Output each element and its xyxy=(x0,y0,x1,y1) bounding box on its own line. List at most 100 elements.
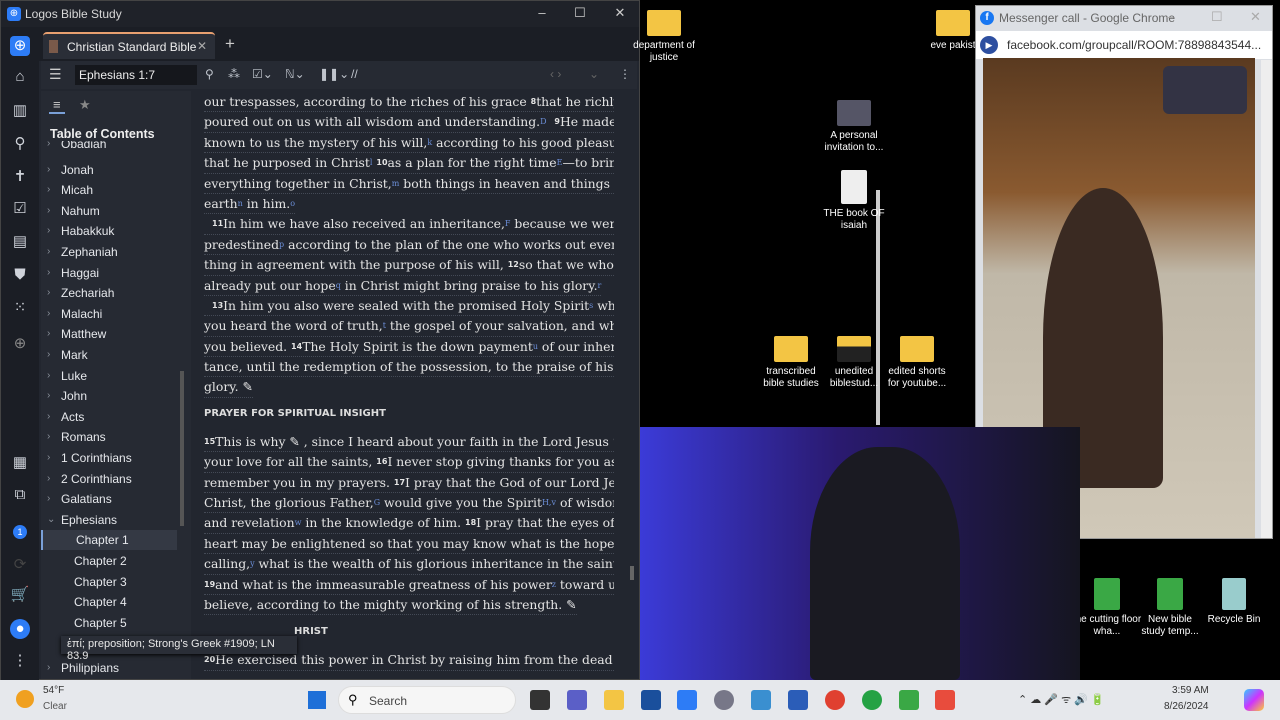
chevron-right-icon[interactable]: › xyxy=(47,304,50,324)
clock-date[interactable]: 8/26/2024 xyxy=(1164,701,1209,712)
sync-icon[interactable]: ⟳ xyxy=(10,555,30,575)
toc-item[interactable]: › Romans xyxy=(41,427,177,447)
toc-item[interactable]: › 2 Corinthians xyxy=(41,469,177,489)
verse-number[interactable]: 19 xyxy=(204,575,215,594)
chevron-right-icon[interactable]: › xyxy=(47,407,50,427)
chevron-right-icon[interactable]: › xyxy=(47,658,50,678)
verse-line[interactable]: tance, until the redemption of the posse… xyxy=(204,357,614,378)
chrome-icon[interactable] xyxy=(825,690,845,710)
toc-item[interactable]: › Galatians xyxy=(41,489,177,509)
toc-item[interactable]: › Zephaniah xyxy=(41,242,177,262)
toc-item[interactable]: › Acts xyxy=(41,407,177,427)
verse-line[interactable]: predestined p according to the plan of th… xyxy=(204,235,614,256)
desktop-icon[interactable]: department of justice xyxy=(629,10,699,64)
verse-line[interactable]: earth n in him. o xyxy=(204,194,296,215)
verse-line[interactable]: you believed. 14 The Holy Spirit is the d… xyxy=(204,337,614,358)
store-icon[interactable] xyxy=(641,690,661,710)
toc-item[interactable]: › Obadiah xyxy=(41,141,177,149)
verse-number[interactable]: 13 xyxy=(212,296,223,315)
verse-number[interactable]: 10 xyxy=(376,153,387,172)
reference-input[interactable]: Ephesians 1:7 xyxy=(75,65,197,85)
visual-filter-icon[interactable]: ⁂ xyxy=(228,67,240,81)
desktop-icon[interactable]: edited shorts for youtube... xyxy=(882,336,952,390)
chevron-right-icon[interactable]: › xyxy=(47,180,50,200)
desktop-icon[interactable]: A personal invitation to... xyxy=(819,100,889,154)
search-icon[interactable]: ⚲ xyxy=(205,67,214,81)
highlight-icon[interactable]: ☑⌄ xyxy=(252,67,273,81)
chevron-right-icon[interactable]: › xyxy=(47,427,50,447)
verse-line[interactable]: heart may be enlightened so that you may… xyxy=(204,534,614,555)
verse-line[interactable]: glory. ✎ xyxy=(204,377,253,398)
desktop-icon[interactable]: Recycle Bin xyxy=(1199,578,1269,626)
scrollbar[interactable] xyxy=(1261,60,1272,538)
verse-line[interactable]: our trespasses, according to the riches … xyxy=(204,92,614,113)
chevron-right-icon[interactable]: › xyxy=(47,283,50,303)
add-icon[interactable]: ⊕ xyxy=(10,334,30,354)
close-tab-icon[interactable]: ✕ xyxy=(197,39,207,53)
maximize-button[interactable]: ☐ xyxy=(565,5,595,21)
checklist-icon[interactable]: ☑ xyxy=(10,199,30,219)
toc-item[interactable]: › Habakkuk xyxy=(41,221,177,241)
footnote-marker[interactable]: H,v xyxy=(542,493,556,512)
bible-icon[interactable]: ✝ xyxy=(10,167,30,187)
toc-item[interactable]: Chapter 3 xyxy=(41,572,177,592)
notepad-icon[interactable] xyxy=(751,690,771,710)
camtasia-icon[interactable] xyxy=(899,690,919,710)
desktop-icon[interactable]: transcribed bible studies xyxy=(756,336,826,390)
footnote-marker[interactable]: o xyxy=(290,194,295,213)
close-button[interactable]: ✕ xyxy=(1250,9,1261,25)
toc-item[interactable]: Chapter 5 xyxy=(41,613,177,633)
word-icon[interactable] xyxy=(788,690,808,710)
desktop-icon[interactable]: THE book OF isaiah xyxy=(819,170,889,232)
toc-item[interactable]: › Nahum xyxy=(41,201,177,221)
panel-menu-icon[interactable]: ⋮ xyxy=(619,67,631,81)
close-panels-icon[interactable]: ⧉ xyxy=(10,485,30,505)
search-icon[interactable]: ⚲ xyxy=(10,134,30,154)
copilot-icon[interactable] xyxy=(1244,689,1264,711)
back-icon[interactable]: ‹ › xyxy=(550,67,561,81)
chevron-down-icon[interactable]: ⌄ xyxy=(47,510,55,530)
layouts-icon[interactable]: ▦ xyxy=(10,453,30,473)
parallel-icon[interactable]: // xyxy=(351,67,358,81)
toc-item[interactable]: ⌄ Ephesians xyxy=(41,510,177,530)
desktop-icon[interactable]: New bible study temp... xyxy=(1135,578,1205,638)
chevron-right-icon[interactable]: › xyxy=(47,242,50,262)
teams-icon[interactable] xyxy=(567,690,587,710)
verse-number[interactable]: 14 xyxy=(291,337,302,356)
home-icon[interactable]: ⌂ xyxy=(10,67,30,87)
logos-taskbar-icon[interactable] xyxy=(677,690,697,710)
footnote-marker[interactable]: w xyxy=(295,513,302,532)
tray-icons[interactable]: ⌃ ☁ 🎤 ᯤ 🔊 🔋 xyxy=(1018,692,1105,707)
verse-line[interactable]: remember you in my prayers. 17 I pray tha… xyxy=(204,473,614,494)
logos-search-logo-icon[interactable]: ⊕ xyxy=(10,36,30,56)
chevron-right-icon[interactable]: › xyxy=(47,366,50,386)
verse-line[interactable]: thing in agreement with the purpose of h… xyxy=(204,255,614,276)
toc-item[interactable]: › Micah xyxy=(41,180,177,200)
footnote-marker[interactable]: r xyxy=(598,276,602,295)
account-icon[interactable]: ● xyxy=(10,619,30,639)
toc-item[interactable]: Chapter 4 xyxy=(41,592,177,612)
toc-scrollbar[interactable] xyxy=(180,371,184,526)
more-icon[interactable]: ⋮ xyxy=(10,651,30,671)
columns-icon[interactable]: ❚❚⌄ xyxy=(319,67,349,81)
verse-line[interactable]: Christ, the glorious Father, G would give… xyxy=(204,493,614,514)
shield-icon[interactable]: ⛊ xyxy=(10,265,30,285)
minimize-button[interactable]: – xyxy=(1166,9,1173,24)
toc-item[interactable]: › John xyxy=(41,386,177,406)
desktop-icon[interactable]: the cutting floor wha... xyxy=(1072,578,1142,638)
toc-item[interactable]: Chapter 1 xyxy=(41,530,177,551)
verse-line[interactable]: 19 and what is the immeasurable greatness… xyxy=(204,575,614,595)
taskbar-search[interactable]: ⚲ Search xyxy=(338,686,516,714)
task-view-icon[interactable] xyxy=(530,690,550,710)
toc-item[interactable]: › Luke xyxy=(41,366,177,386)
apps-grid-icon[interactable]: ⁙ xyxy=(10,298,30,318)
verse-line[interactable]: everything together in Christ, m both thi… xyxy=(204,174,614,194)
footnote-marker[interactable]: m xyxy=(392,174,400,193)
history-icon[interactable]: ⌄ xyxy=(589,67,599,81)
desktop-icon[interactable]: eve pakist xyxy=(930,10,976,52)
verse-line[interactable]: 15 This is why ✎ , since I heard about yo… xyxy=(204,432,614,453)
favorites-star-icon[interactable]: ★ xyxy=(79,97,91,113)
toc-item[interactable]: › Malachi xyxy=(41,304,177,324)
desktop-icon[interactable]: unedited biblestud... xyxy=(819,336,889,390)
verse-number[interactable]: 15 xyxy=(204,432,215,451)
